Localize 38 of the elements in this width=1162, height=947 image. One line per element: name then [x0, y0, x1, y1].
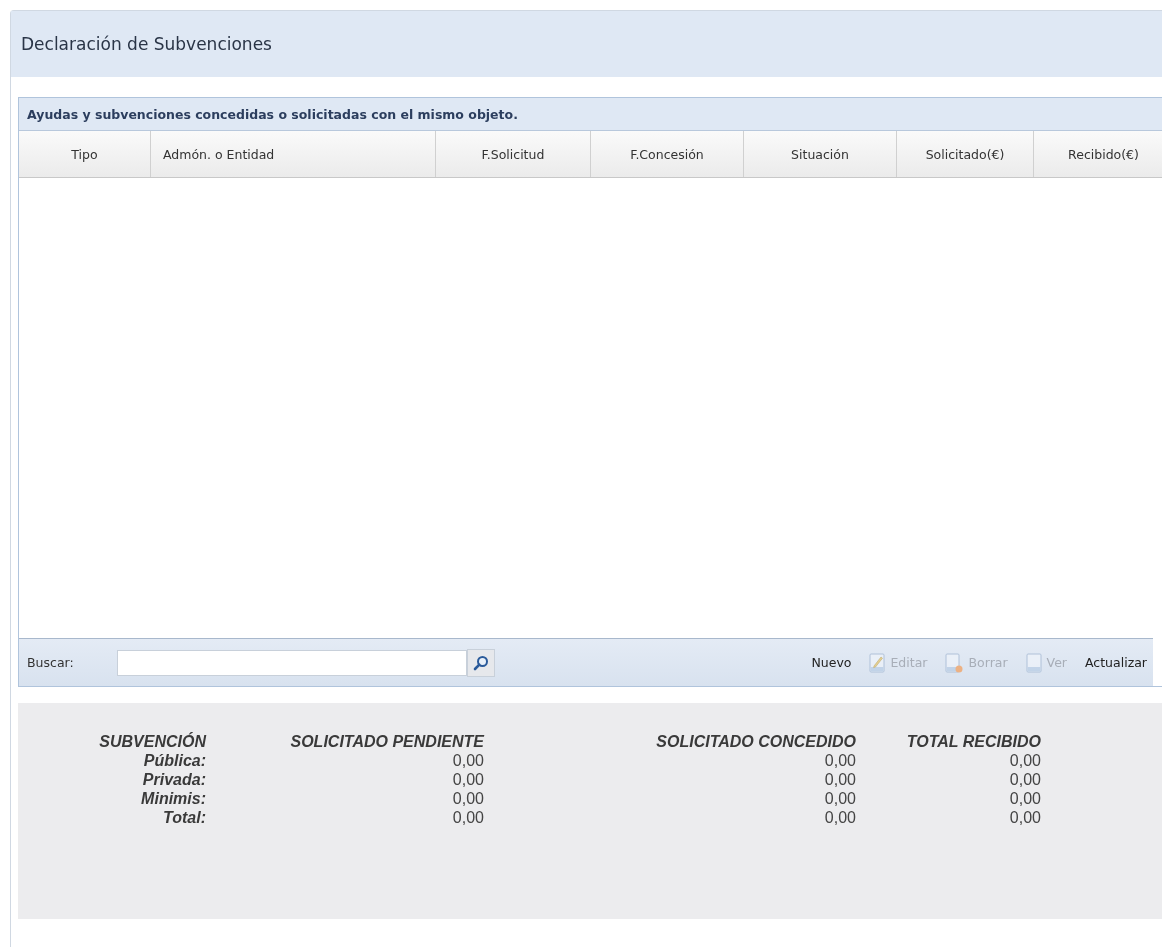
summary-header: SUBVENCIÓN: [98, 733, 206, 751]
column-header[interactable]: F.Solicitud: [436, 131, 591, 177]
summary-row-label: Total:: [162, 809, 206, 827]
summary-header: SOLICITADO PENDIENTE: [289, 733, 484, 751]
summary-row-label: Pública:: [142, 752, 206, 770]
summary-value: 0,00: [823, 752, 856, 770]
summary-value: 0,00: [1008, 790, 1041, 808]
summary-value: 0,00: [823, 771, 856, 789]
document-pencil-icon: [869, 652, 886, 673]
summary-row-label: Privada:: [141, 771, 206, 789]
search-label: Buscar:: [27, 655, 75, 670]
summary-value: 0,00: [451, 809, 484, 827]
summary-value: 0,00: [451, 771, 484, 789]
panel-title: Declaración de Subvenciones: [21, 34, 272, 54]
summary-value: 0,00: [1008, 771, 1041, 789]
document-delete-icon: [945, 652, 964, 673]
summary-row-label: Minimis:: [140, 790, 206, 808]
summary-value: 0,00: [823, 790, 856, 808]
summary-value: 0,00: [823, 809, 856, 827]
summary-value: 0,00: [451, 790, 484, 808]
summary-header: SOLICITADO CONCEDIDO: [655, 733, 856, 751]
search-field[interactable]: [117, 649, 467, 676]
column-header[interactable]: F.Concesión: [591, 131, 744, 177]
toolbar-button[interactable]: Nuevo: [805, 653, 858, 672]
search-button[interactable]: [467, 648, 495, 677]
toolbar-button[interactable]: Actualizar: [1079, 653, 1153, 672]
column-header[interactable]: Admón. o Entidad: [151, 131, 436, 177]
column-header[interactable]: Situación: [744, 131, 897, 177]
summary-value: 0,00: [1008, 809, 1041, 827]
grid-title: Ayudas y subvenciones concedidas o solicitadas con el mismo objeto.: [27, 106, 518, 122]
document-icon: [1025, 652, 1042, 673]
column-header[interactable]: Solicitado(€): [897, 131, 1034, 177]
summary-value: 0,00: [451, 752, 484, 770]
column-header[interactable]: Tipo: [19, 131, 151, 177]
column-header[interactable]: Recibido(€): [1034, 131, 1162, 177]
summary-value: 0,00: [1008, 752, 1041, 770]
summary-header: TOTAL RECIBIDO: [905, 733, 1041, 751]
search-icon: [473, 654, 489, 671]
